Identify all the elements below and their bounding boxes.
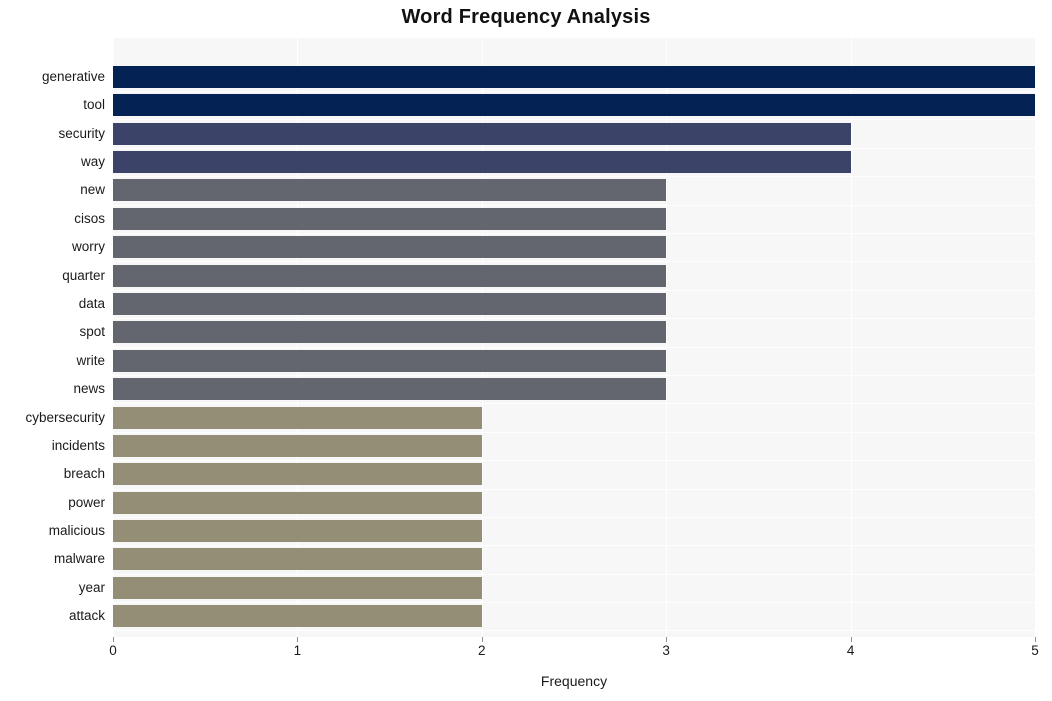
x-axis-tick-mark (666, 637, 668, 642)
y-axis-tick-label: generative (41, 68, 105, 84)
y-gridline (113, 602, 1035, 603)
bar (113, 151, 851, 174)
bar (113, 434, 482, 457)
y-gridline (113, 489, 1035, 490)
bar (113, 122, 851, 145)
y-gridline (113, 403, 1035, 404)
plot-area (113, 38, 1035, 637)
x-axis-tick-label: 1 (293, 643, 302, 658)
bar (113, 491, 482, 514)
x-axis-tick-label: 5 (1031, 643, 1039, 658)
x-axis-tick-mark (481, 637, 483, 642)
y-gridline (113, 261, 1035, 262)
bar (113, 65, 1035, 88)
x-axis-tick-label: 2 (478, 643, 486, 658)
y-axis-tick-label: year (78, 579, 105, 595)
bar (113, 520, 482, 543)
y-axis-tick-label: new (80, 182, 105, 198)
y-gridline (113, 119, 1035, 120)
y-gridline (113, 91, 1035, 92)
y-gridline (113, 148, 1035, 149)
y-axis-tick-label: incidents (51, 437, 105, 453)
y-axis-tick-label: tool (83, 97, 105, 113)
bar (113, 207, 667, 230)
x-gridline (850, 38, 852, 637)
y-gridline (113, 347, 1035, 348)
bar (113, 576, 482, 599)
chart-title: Word Frequency Analysis (401, 6, 651, 28)
y-gridline (113, 205, 1035, 206)
bar (113, 236, 667, 259)
bar (113, 94, 1035, 117)
y-gridline (113, 574, 1035, 575)
x-axis-tick-mark (850, 637, 852, 642)
y-axis-tick-label: spot (79, 324, 105, 340)
y-axis-tick-label: way (80, 154, 105, 170)
y-axis-tick-label: security (58, 125, 105, 141)
x-axis-tick-label: 3 (662, 643, 670, 658)
bar (113, 179, 667, 202)
x-axis-tick-mark (297, 637, 299, 642)
y-axis-tick-label: cisos (74, 210, 105, 226)
y-axis-tick-label: worry (72, 239, 105, 255)
x-axis-ticks: 0 1 2 3 4 5 (0, 643, 1052, 663)
bar (113, 293, 667, 315)
y-axis-tick-label: data (78, 296, 105, 311)
y-gridline (113, 545, 1035, 546)
x-axis-tick-label: 0 (109, 643, 117, 658)
y-gridline (113, 318, 1035, 319)
y-axis-tick-label: attack (68, 608, 105, 624)
y-gridline (113, 375, 1035, 376)
y-gridline (113, 233, 1035, 234)
bar (113, 406, 482, 429)
x-axis-tick-mark (113, 637, 114, 642)
x-axis-tick-label: 4 (846, 643, 855, 658)
bar (113, 321, 667, 344)
y-gridline (113, 630, 1035, 631)
y-axis-tick-label: power (68, 494, 105, 510)
y-axis-tick-label: news (73, 381, 105, 397)
y-gridline (113, 460, 1035, 461)
bar (113, 378, 667, 401)
y-axis-tick-label: breach (63, 466, 105, 482)
y-gridline (113, 432, 1035, 433)
word-frequency-chart: Word Frequency Analysis generative tool se… (0, 0, 1052, 701)
y-axis-tick-label: malware (53, 551, 105, 567)
y-axis-tick-label: cybersecurity (25, 409, 105, 425)
y-gridline (113, 290, 1035, 291)
y-gridline (113, 517, 1035, 518)
y-axis-labels: generative tool security way new cisos worry qu… (0, 38, 105, 637)
x-axis-tick-mark (1035, 637, 1036, 642)
bar (113, 605, 482, 628)
bar (113, 463, 482, 486)
y-gridline (113, 176, 1035, 177)
bar (113, 264, 667, 287)
y-axis-tick-label: quarter (62, 267, 105, 283)
bar (113, 548, 482, 571)
x-axis-title: Frequency (540, 673, 608, 689)
bar (113, 349, 667, 372)
y-axis-tick-label: write (76, 352, 105, 368)
y-axis-tick-label: malicious (48, 523, 105, 539)
